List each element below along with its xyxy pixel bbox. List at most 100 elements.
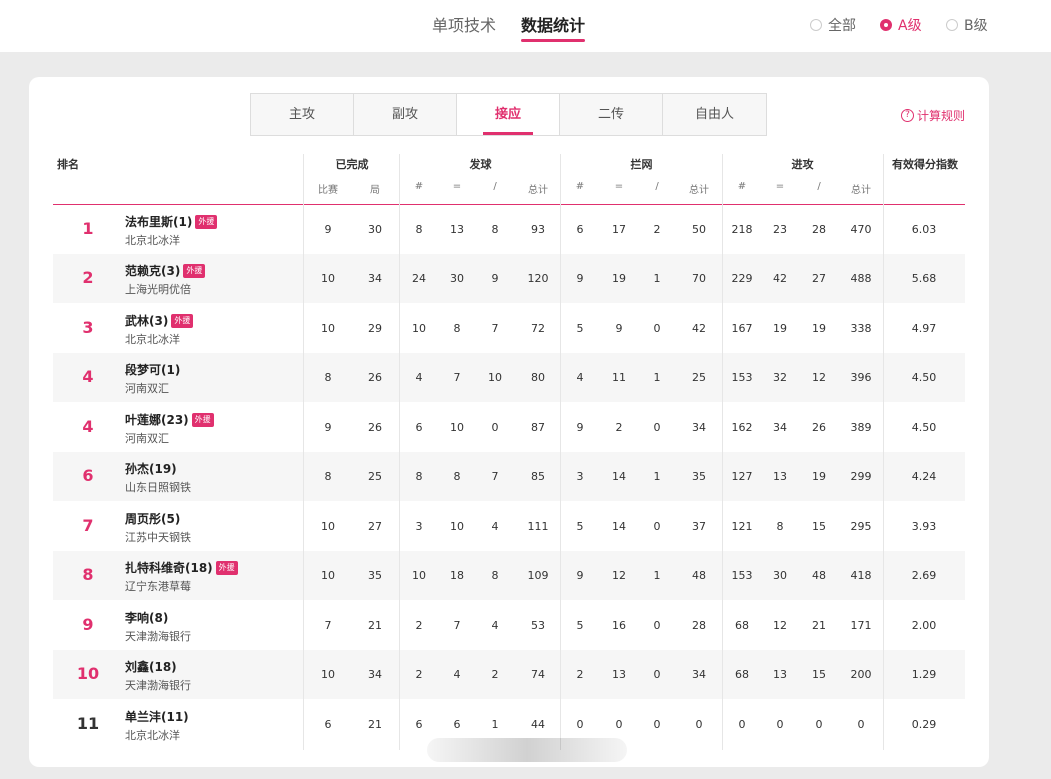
block-perfect: 5 [576,619,584,632]
attack-equal: 42 [773,272,787,285]
attack-total: 396 [850,371,872,384]
filter-radio-a[interactable]: A级 [880,15,922,35]
table-row[interactable]: 10 刘鑫(18) 天津渤海银行 10 34 2 4 2 74 2 13 0 3… [53,650,965,699]
tab-opposite[interactable]: 接应 [457,94,560,135]
attack-equal: 32 [773,371,787,384]
block-slash: 0 [653,322,661,335]
table-row[interactable]: 4 叶莲娜(23) 外援 河南双汇 9 26 6 10 0 87 9 2 0 34… [53,403,965,452]
attack-slash: 0 [815,718,823,731]
team-name: 天津渤海银行 [125,630,191,643]
serve-total: 74 [531,668,545,681]
attack-slash: 48 [812,569,826,582]
tab-outside-hitter[interactable]: 主攻 [251,94,354,135]
horizontal-scrollbar[interactable] [427,738,627,762]
tab-libero[interactable]: 自由人 [663,94,766,135]
filter-radio-b[interactable]: B级 [946,15,988,35]
block-equal: 13 [612,668,626,681]
subheader-attack-perfect: # [737,181,747,192]
rank-number: 8 [82,565,94,584]
table-row[interactable]: 7 周页彤(5) 江苏中天钢铁 10 27 3 10 4 111 5 14 0 … [53,502,965,551]
player-name-text: 范赖克(3) [125,264,181,278]
block-perfect: 0 [576,718,584,731]
serve-equal: 4 [453,668,461,681]
player-name[interactable]: 单兰沣(11) [125,708,189,725]
block-total: 42 [692,322,706,335]
block-total: 34 [692,668,706,681]
attack-slash: 19 [812,470,826,483]
serve-equal: 10 [450,421,464,434]
block-perfect: 2 [576,668,584,681]
attack-perfect: 68 [735,668,749,681]
attack-perfect: 167 [731,322,753,335]
block-slash: 0 [653,421,661,434]
sets: 21 [368,718,382,731]
player-name[interactable]: 李响(8) [125,609,168,626]
main-tab-technique[interactable]: 单项技术 [432,12,496,36]
attack-slash: 15 [812,668,826,681]
attack-perfect: 153 [731,371,753,384]
player-name-text: 单兰沣(11) [125,710,189,724]
serve-equal: 18 [450,569,464,582]
block-total: 0 [695,718,703,731]
subheader-sets: 局 [370,185,380,196]
matches: 9 [324,223,332,236]
attack-slash: 26 [812,421,826,434]
serve-perfect: 2 [415,668,423,681]
serve-equal: 8 [453,322,461,335]
main-tab-statistics[interactable]: 数据统计 [521,12,586,42]
header-index: 有效得分指数 [892,158,958,171]
player-name[interactable]: 周页彤(5) [125,510,180,527]
player-name[interactable]: 范赖克(3) 外援 [125,262,206,279]
column-divider [722,154,723,750]
filter-radio-all[interactable]: 全部 [810,15,856,35]
player-name[interactable]: 段梦可(1) [125,361,180,378]
serve-perfect: 8 [415,470,423,483]
stats-card: 主攻 副攻 接应 二传 自由人 ? 计算规则 排名 已完成 发球 拦网 进攻 有… [29,77,989,767]
table-row[interactable]: 4 段梦可(1) 河南双汇 8 26 4 7 10 80 4 11 1 25 1… [53,353,965,402]
player-name[interactable]: 武林(3) 外援 [125,312,194,329]
player-name[interactable]: 孙杰(19) [125,460,177,477]
matches: 7 [324,619,332,632]
score-index: 2.69 [911,569,937,582]
player-name[interactable]: 刘鑫(18) [125,658,177,675]
player-name[interactable]: 叶莲娜(23) 外援 [125,411,214,428]
rank-number: 10 [76,664,100,683]
table-row[interactable]: 1 法布里斯(1) 外援 北京北冰洋 9 30 8 13 8 93 6 17 2 … [53,205,965,254]
block-slash: 1 [653,470,661,483]
serve-perfect: 6 [415,718,423,731]
header-attack: 进攻 [791,158,814,171]
header-block: 拦网 [630,158,653,171]
attack-slash: 15 [812,520,826,533]
attack-perfect: 0 [738,718,746,731]
table-row[interactable]: 8 扎特科维奇(18) 外援 辽宁东港草莓 10 35 10 18 8 109 9… [53,551,965,600]
block-equal: 17 [612,223,626,236]
serve-slash: 7 [491,470,499,483]
calc-rules-link[interactable]: ? 计算规则 [900,107,965,124]
score-index: 6.03 [911,223,937,236]
tab-setter[interactable]: 二传 [560,94,663,135]
column-divider [560,154,561,750]
table-row[interactable]: 2 范赖克(3) 外援 上海光明优倍 10 34 24 30 9 120 9 19… [53,254,965,303]
subheader-serve-slash: / [493,181,497,192]
subheader-attack-equal: = [775,181,785,192]
serve-equal: 6 [453,718,461,731]
player-name[interactable]: 法布里斯(1) 外援 [125,213,218,230]
table-row[interactable]: 6 孙杰(19) 山东日照钢铁 8 25 8 8 7 85 3 14 1 35 … [53,452,965,501]
table-row[interactable]: 3 武林(3) 外援 北京北冰洋 10 29 10 8 7 72 5 9 0 42… [53,304,965,353]
block-slash: 1 [653,272,661,285]
tab-middle-blocker[interactable]: 副攻 [354,94,457,135]
rank-number: 7 [82,516,94,535]
filter-radio-label: B级 [964,18,988,34]
subheader-matches: 比赛 [318,185,338,196]
team-name: 河南双汇 [125,382,169,395]
serve-equal: 7 [453,619,461,632]
team-name: 北京北冰洋 [125,333,180,346]
serve-total: 53 [531,619,545,632]
serve-total: 109 [527,569,549,582]
table-row[interactable]: 9 李响(8) 天津渤海银行 7 21 2 7 4 53 5 16 0 28 6… [53,601,965,650]
block-equal: 11 [612,371,626,384]
serve-slash: 0 [491,421,499,434]
block-slash: 2 [653,223,661,236]
player-name[interactable]: 扎特科维奇(18) 外援 [125,559,238,576]
attack-total: 171 [850,619,872,632]
